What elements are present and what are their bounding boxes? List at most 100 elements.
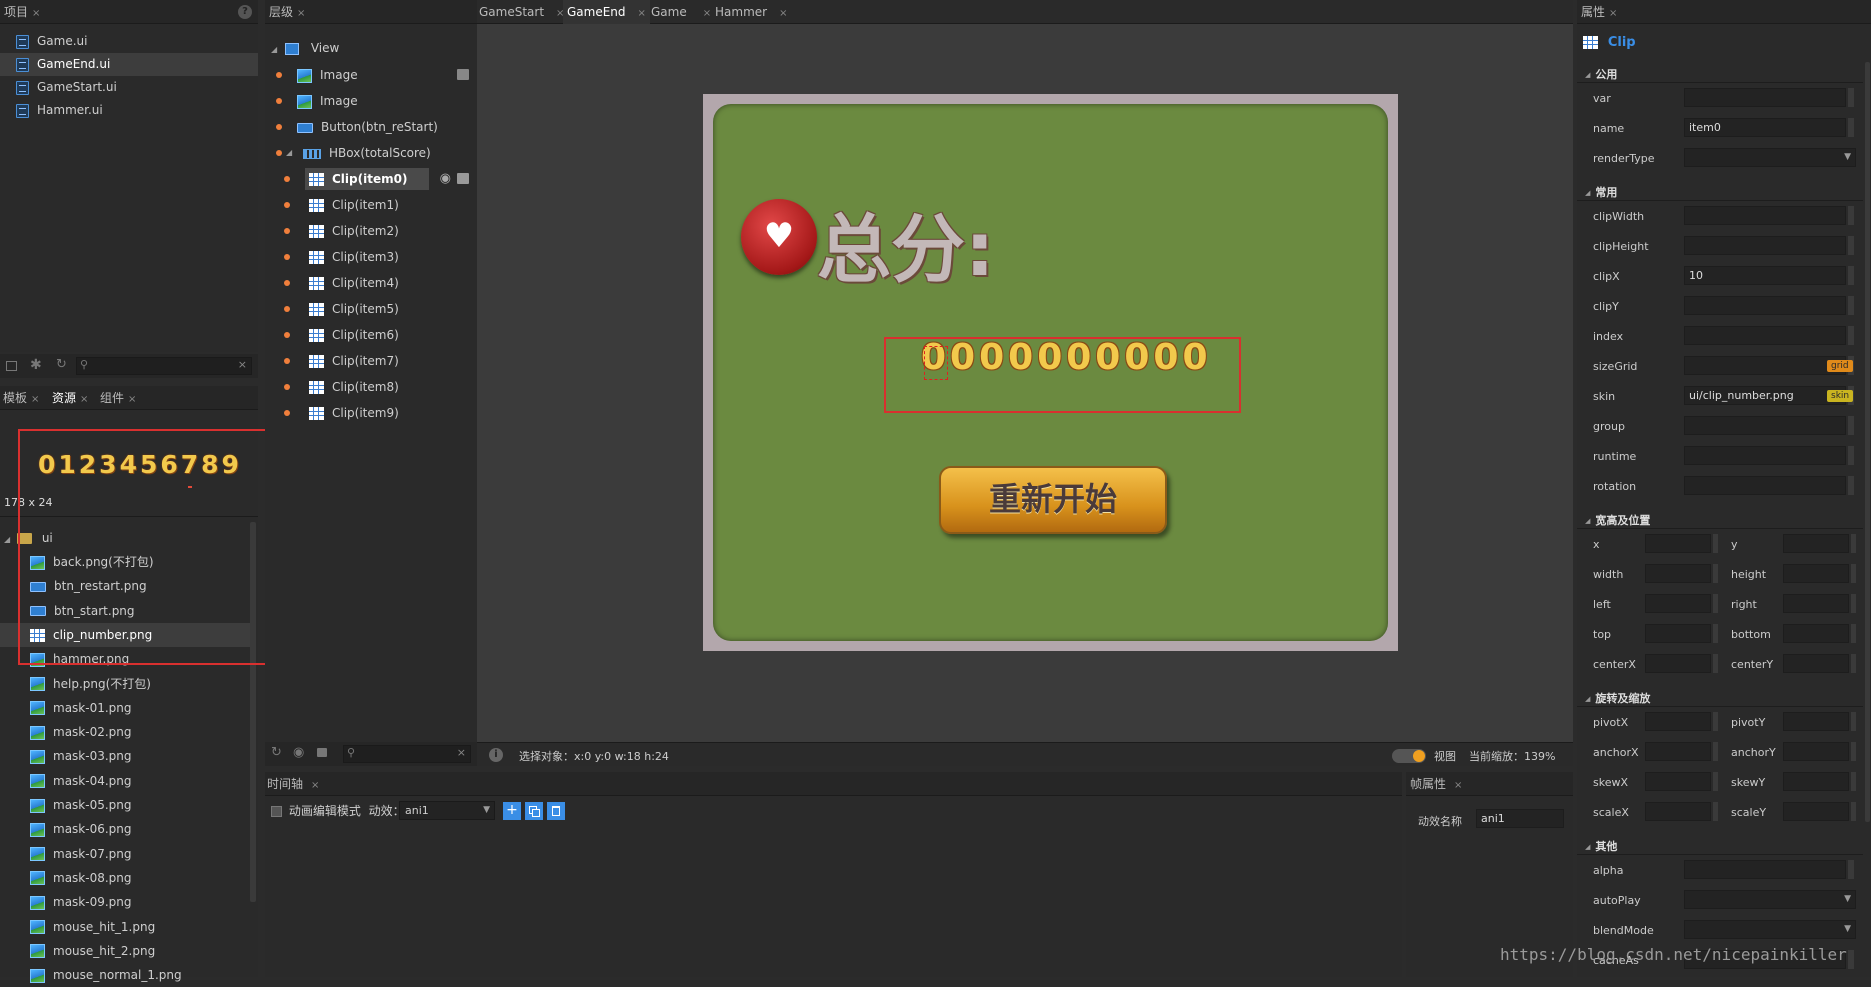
field-slider-handle[interactable]: [1848, 476, 1854, 495]
field-slider-handle[interactable]: [1848, 326, 1854, 345]
property-field-runtime[interactable]: [1684, 446, 1846, 465]
close-icon[interactable]: ×: [80, 394, 88, 405]
close-icon[interactable]: ×: [779, 8, 787, 19]
copy-animation-icon[interactable]: [525, 802, 543, 820]
property-section-header[interactable]: 其他: [1585, 838, 1617, 854]
resource-file-item[interactable]: help.png(不打包): [0, 672, 250, 696]
close-icon[interactable]: ×: [311, 780, 319, 791]
resource-file-item[interactable]: mask-07.png: [0, 842, 250, 866]
gear-icon[interactable]: ✱: [30, 357, 42, 373]
field-slider-handle[interactable]: [1713, 624, 1718, 643]
property-section-header[interactable]: 常用: [1585, 184, 1617, 200]
refresh-icon[interactable]: ↻: [271, 745, 282, 760]
tab-gamestart[interactable]: GameStart ×: [479, 0, 564, 24]
property-field-group[interactable]: [1684, 416, 1846, 435]
expand-icon[interactable]: ◢: [286, 140, 292, 166]
effect-name-field[interactable]: ani1: [1476, 809, 1564, 828]
chevron-down-icon[interactable]: ▼: [483, 802, 490, 819]
tab-gameend[interactable]: GameEnd ×: [563, 0, 650, 24]
property-field-pivotX[interactable]: [1645, 712, 1711, 731]
add-animation-icon[interactable]: +: [503, 802, 521, 820]
project-file-item[interactable]: GameEnd.ui: [0, 53, 258, 76]
field-slider-handle[interactable]: [1713, 712, 1718, 731]
property-field-rotation[interactable]: [1684, 476, 1846, 495]
layer-item[interactable]: Image: [265, 62, 477, 88]
project-file-item[interactable]: Game.ui: [0, 30, 258, 53]
layer-item[interactable]: Clip(item8): [265, 374, 477, 400]
clear-icon[interactable]: ×: [457, 746, 466, 759]
property-field-width[interactable]: [1645, 564, 1711, 583]
property-field-y[interactable]: [1783, 534, 1849, 553]
project-file-item[interactable]: Hammer.ui: [0, 99, 258, 122]
lock-icon[interactable]: [457, 69, 469, 80]
property-field-skewX[interactable]: [1645, 772, 1711, 791]
close-icon[interactable]: ×: [297, 8, 305, 19]
field-slider-handle[interactable]: [1713, 564, 1718, 583]
delete-animation-icon[interactable]: [547, 802, 565, 820]
tab-component[interactable]: 组件 ×: [100, 386, 136, 410]
checkbox[interactable]: [271, 806, 282, 817]
tab-frame-props[interactable]: 帧属性 ×: [1410, 772, 1462, 796]
project-file-item[interactable]: GameStart.ui: [0, 76, 258, 99]
close-icon[interactable]: ×: [703, 8, 711, 19]
field-slider-handle[interactable]: [1848, 118, 1854, 137]
property-field-scaleY[interactable]: [1783, 802, 1849, 821]
property-field-scaleX[interactable]: [1645, 802, 1711, 821]
property-field-sizeGrid[interactable]: [1684, 356, 1846, 375]
properties-scrollbar[interactable]: [1865, 62, 1870, 822]
resource-file-item[interactable]: mask-04.png: [0, 769, 250, 793]
property-section-header[interactable]: 宽高及位置: [1585, 512, 1650, 528]
property-section-header[interactable]: 旋转及缩放: [1585, 690, 1650, 706]
field-slider-handle[interactable]: [1848, 860, 1854, 879]
clear-icon[interactable]: ×: [238, 358, 247, 371]
chevron-down-icon[interactable]: ▼: [1844, 921, 1851, 938]
property-field-clipHeight[interactable]: [1684, 236, 1846, 255]
field-slider-handle[interactable]: [1848, 446, 1854, 465]
layer-item[interactable]: ◢ HBox(totalScore): [265, 140, 477, 166]
field-slider-handle[interactable]: [1851, 564, 1856, 583]
field-slider-handle[interactable]: [1851, 624, 1856, 643]
resource-file-item[interactable]: mouse_hit_2.png: [0, 939, 250, 963]
tab-hammer[interactable]: Hammer ×: [715, 0, 787, 24]
field-slider-handle[interactable]: [1848, 206, 1854, 225]
help-icon[interactable]: ?: [238, 5, 252, 19]
field-slider-handle[interactable]: [1848, 296, 1854, 315]
layer-item[interactable]: Clip(item5): [265, 296, 477, 322]
resource-file-item[interactable]: mouse_normal_1.png: [0, 963, 250, 987]
property-field-blendMode[interactable]: ▼: [1684, 920, 1856, 939]
resource-file-item[interactable]: mask-03.png: [0, 744, 250, 768]
field-slider-handle[interactable]: [1848, 236, 1854, 255]
layer-item[interactable]: Image: [265, 88, 477, 114]
resource-search-input[interactable]: ⚲ ×: [76, 357, 252, 375]
eye-icon[interactable]: ◉: [293, 745, 304, 760]
field-slider-handle[interactable]: [1713, 742, 1718, 761]
expand-icon[interactable]: ◢: [4, 535, 10, 544]
property-field-clipX[interactable]: 10: [1684, 266, 1846, 285]
expand-icon[interactable]: ◢: [271, 45, 277, 54]
collapse-icon[interactable]: [6, 361, 17, 371]
field-slider-handle[interactable]: [1851, 772, 1856, 791]
view-toggle[interactable]: [1392, 749, 1426, 763]
property-field-skewY[interactable]: [1783, 772, 1849, 791]
effect-select[interactable]: ani1 ▼: [399, 801, 495, 820]
resource-file-item[interactable]: mouse_hit_1.png: [0, 915, 250, 939]
layer-item[interactable]: Clip(item9): [265, 400, 477, 426]
eye-icon[interactable]: ◉: [440, 166, 451, 192]
close-icon[interactable]: ×: [31, 394, 39, 405]
field-slider-handle[interactable]: [1713, 772, 1718, 791]
tab-resource[interactable]: 资源 ×: [52, 386, 88, 410]
property-field-index[interactable]: [1684, 326, 1846, 345]
field-slider-handle[interactable]: [1848, 266, 1854, 285]
property-field-renderType[interactable]: ▼: [1684, 148, 1856, 167]
layer-item[interactable]: Clip(item3): [265, 244, 477, 270]
property-field-alpha[interactable]: [1684, 860, 1846, 879]
restart-button[interactable]: 重新开始: [939, 466, 1167, 534]
layer-item[interactable]: Clip(item2): [265, 218, 477, 244]
field-slider-handle[interactable]: [1713, 654, 1718, 673]
tab-project[interactable]: 项目 ×: [4, 0, 40, 24]
property-section-header[interactable]: 公用: [1585, 66, 1617, 82]
layer-item[interactable]: Clip(item7): [265, 348, 477, 374]
layer-item[interactable]: Clip(item6): [265, 322, 477, 348]
chevron-down-icon[interactable]: ▼: [1844, 149, 1851, 166]
close-icon[interactable]: ×: [128, 394, 136, 405]
